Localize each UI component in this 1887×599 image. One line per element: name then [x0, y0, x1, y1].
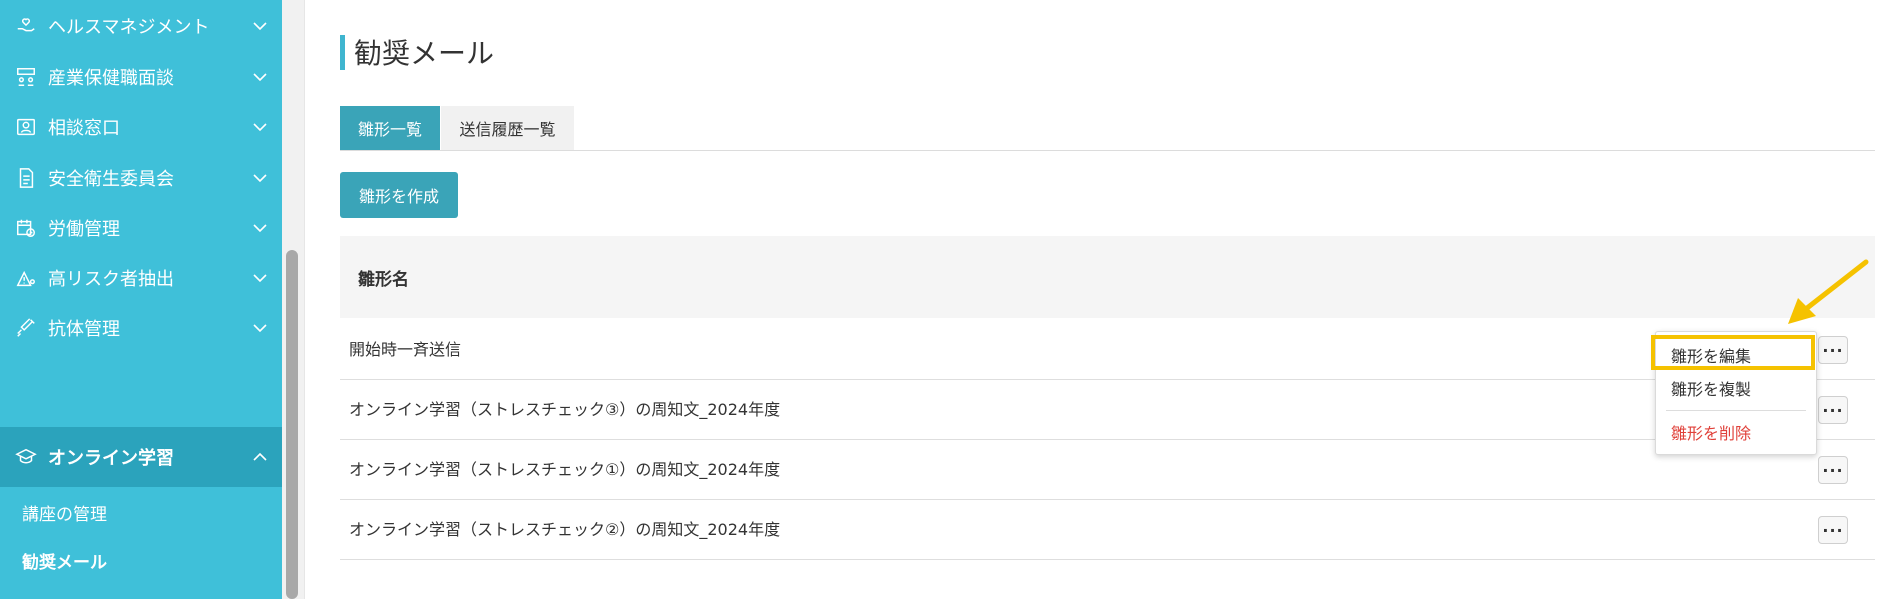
chevron-down-icon [253, 22, 267, 31]
chevron-down-icon [253, 174, 267, 183]
more-actions-button[interactable]: ··· [1818, 516, 1848, 544]
hand-heart-icon [14, 14, 38, 38]
template-name: オンライン学習（ストレスチェック②）の周知文_2024年度 [349, 520, 781, 539]
sidebar-scrollbar-thumb[interactable] [286, 250, 298, 599]
create-template-button[interactable]: 雛形を作成 [340, 172, 458, 218]
template-name: オンライン学習（ストレスチェック①）の周知文_2024年度 [349, 460, 781, 479]
tab-template-list[interactable]: 雛形一覧 [340, 106, 440, 150]
chevron-down-icon [253, 274, 267, 283]
calendar-clock-icon [14, 216, 38, 240]
table-row: オンライン学習（ストレスチェック①）の周知文_2024年度 ··· [340, 440, 1875, 500]
people-meeting-icon [14, 65, 38, 89]
menu-item-delete-template[interactable]: 雛形を削除 [1671, 420, 1751, 444]
menu-item-duplicate-template[interactable]: 雛形を複製 [1671, 376, 1751, 400]
document-icon [14, 166, 38, 190]
sidebar-item-label: 産業保健職面談 [48, 68, 174, 89]
more-actions-button[interactable]: ··· [1818, 396, 1848, 424]
title-accent-bar [340, 35, 345, 70]
page-title: 勧奨メール [354, 37, 495, 70]
sidebar-item-antibody[interactable]: 抗体管理 [0, 298, 282, 358]
menu-item-edit-template[interactable]: 雛形を編集 [1671, 343, 1751, 367]
chevron-down-icon [253, 324, 267, 333]
graduation-cap-icon [14, 445, 38, 469]
sidebar-item-label: ヘルスマネジメント [48, 17, 210, 38]
annotation-arrow-icon [1788, 259, 1869, 324]
sidebar-item-label: 高リスク者抽出 [48, 269, 174, 290]
divider [304, 0, 305, 599]
syringe-icon [14, 316, 38, 340]
sidebar-item-online-learning[interactable]: オンライン学習 [0, 427, 282, 487]
sidebar-item-label: オンライン学習 [48, 448, 174, 469]
tab-send-history[interactable]: 送信履歴一覧 [441, 106, 574, 150]
more-actions-button[interactable]: ··· [1818, 456, 1848, 484]
sidebar-item-label: 抗体管理 [48, 319, 120, 340]
sidebar: ヘルスマネジメント 産業保健職面談 相談窓口 安全衛生委員会 労働管理 高リスク [0, 0, 282, 599]
chevron-down-icon [253, 123, 267, 132]
more-actions-button[interactable]: ··· [1818, 336, 1848, 364]
sidebar-subitem-course-management[interactable]: 講座の管理 [22, 500, 107, 525]
template-name: オンライン学習（ストレスチェック③）の周知文_2024年度 [349, 400, 781, 419]
contact-card-icon [14, 115, 38, 139]
sidebar-item-label: 安全衛生委員会 [48, 169, 174, 190]
template-name: 開始時一斉送信 [349, 340, 462, 359]
chevron-down-icon [253, 73, 267, 82]
table-row: 開始時一斉送信 ··· [340, 320, 1875, 380]
menu-divider [1666, 410, 1806, 411]
warning-person-icon [14, 266, 38, 290]
row-actions-menu: 雛形を編集 雛形を複製 雛形を削除 [1655, 331, 1817, 455]
table-row: オンライン学習（ストレスチェック③）の周知文_2024年度 ··· [340, 380, 1875, 440]
chevron-up-icon [253, 452, 267, 461]
sidebar-subitem-encouragement-mail[interactable]: 勧奨メール [22, 548, 107, 573]
table-row: オンライン学習（ストレスチェック②）の周知文_2024年度 ··· [340, 500, 1875, 560]
chevron-down-icon [253, 224, 267, 233]
sidebar-item-label: 相談窓口 [48, 118, 120, 139]
sidebar-item-label: 労働管理 [48, 219, 120, 240]
table-header: 雛形名 [340, 236, 1875, 318]
column-header-template-name: 雛形名 [358, 270, 409, 290]
tabs-divider [340, 150, 1875, 151]
